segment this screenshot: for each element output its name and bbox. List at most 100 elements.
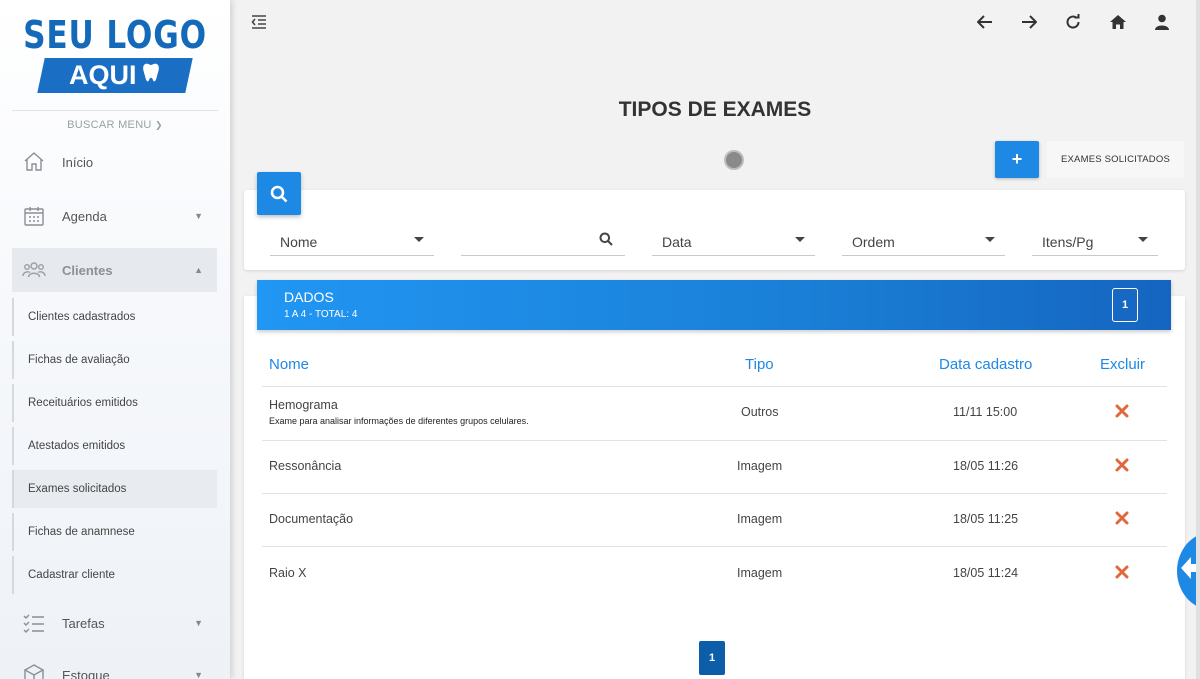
sidebar-item-estoque[interactable]: Estoque ▼ (12, 653, 217, 679)
sidebar-subitem-label: Receituários emitidos (28, 397, 138, 409)
caret-down-icon: ▼ (194, 670, 203, 679)
caret-down-icon (414, 237, 424, 242)
name-select-value: Nome (280, 233, 318, 250)
row-divider (262, 386, 1167, 387)
sidebar-item-label: Clientes (62, 262, 113, 278)
sidebar-subitem-label: Fichas de avaliação (28, 354, 130, 366)
users-icon (22, 262, 46, 278)
calendar-icon (24, 207, 44, 226)
row-nome[interactable]: Hemograma (269, 398, 338, 412)
row-nome[interactable]: Raio X (269, 566, 307, 580)
caret-down-icon (985, 237, 995, 242)
exames-solicitados-button[interactable]: EXAMES SOLICITADOS (1047, 141, 1184, 178)
caret-up-icon: ▲ (194, 265, 203, 275)
user-icon[interactable] (1152, 12, 1172, 32)
tooth-icon (141, 60, 161, 91)
add-button[interactable]: + (995, 141, 1039, 178)
delete-icon[interactable] (1115, 404, 1129, 418)
sidebar-subitem-fichas-avaliacao[interactable]: Fichas de avaliação (12, 341, 217, 379)
row-tipo: Imagem (737, 566, 783, 580)
sidebar-item-clientes[interactable]: Clientes ▲ (12, 248, 217, 292)
name-select[interactable]: Nome (270, 228, 434, 256)
sidebar-subitem-label: Fichas de anamnese (28, 526, 135, 538)
row-descricao: Exame para analisar informações de difer… (269, 416, 529, 426)
sidebar-item-inicio[interactable]: Início (12, 140, 217, 184)
delete-icon[interactable] (1115, 511, 1129, 525)
sidebar-subitem-label: Clientes cadastrados (28, 311, 136, 323)
current-page-badge[interactable]: 1 (1112, 288, 1138, 322)
sidebar-item-agenda[interactable]: Agenda ▼ (12, 194, 217, 238)
row-data: 18/05 11:26 (953, 459, 1019, 473)
logo-line2: AQUI (69, 60, 137, 90)
column-header-tipo[interactable]: Tipo (745, 356, 774, 373)
column-header-excluir: Excluir (1100, 356, 1146, 373)
sidebar-item-tarefas[interactable]: Tarefas ▼ (12, 601, 217, 645)
row-nome[interactable]: Documentação (269, 512, 353, 526)
row-tipo: Outros (741, 405, 779, 419)
row-divider (262, 546, 1167, 547)
page-title: TIPOS DE EXAMES (618, 98, 812, 121)
arrow-left-icon[interactable] (975, 12, 995, 32)
menu-collapse-icon[interactable] (249, 12, 269, 32)
search-icon (599, 232, 613, 246)
data-card (244, 296, 1185, 679)
scrollbar[interactable] (1196, 0, 1200, 679)
checklist-icon (23, 614, 44, 633)
date-select[interactable]: Data (652, 228, 815, 256)
filter-toggle-button[interactable] (257, 172, 301, 215)
row-tipo: Imagem (737, 512, 783, 526)
search-input[interactable] (461, 228, 625, 256)
logo-line1: SEU LOGO (23, 13, 207, 57)
data-header: DADOS 1 A 4 - TOTAL: 4 1 (257, 280, 1171, 330)
logo-line2-banner: AQUI (37, 58, 193, 93)
caret-down-icon (1138, 237, 1148, 242)
sidebar-item-label: Estoque (62, 667, 110, 679)
sidebar-subitem-clientes-cadastrados[interactable]: Clientes cadastrados (12, 298, 217, 336)
sidebar: SEU LOGO AQUI BUSCAR MENU ❯ Início Agend… (0, 0, 230, 679)
search-icon (270, 185, 288, 202)
row-divider (262, 493, 1167, 494)
sidebar-subitem-label: Atestados emitidos (28, 440, 126, 452)
sidebar-item-label: Agenda (62, 208, 107, 224)
sidebar-subitem-receituarios[interactable]: Receituários emitidos (12, 384, 217, 422)
home-icon[interactable] (1108, 12, 1128, 32)
row-nome[interactable]: Ressonância (269, 459, 341, 473)
sidebar-subitem-atestados[interactable]: Atestados emitidos (12, 427, 217, 465)
row-data: 11/11 15:00 (953, 405, 1018, 419)
row-data: 18/05 11:24 (953, 566, 1019, 580)
delete-icon[interactable] (1115, 565, 1129, 579)
loading-indicator (724, 150, 744, 170)
sidebar-subitem-exames-solicitados[interactable]: Exames solicitados (12, 470, 217, 508)
items-per-page-select[interactable]: Itens/Pg (1032, 228, 1158, 256)
column-header-nome[interactable]: Nome (269, 356, 309, 373)
row-divider (262, 440, 1167, 441)
logo-divider (12, 110, 218, 111)
arrow-right-icon[interactable] (1019, 12, 1039, 32)
home-icon (24, 152, 44, 171)
delete-icon[interactable] (1115, 458, 1129, 472)
date-select-value: Data (662, 233, 692, 250)
refresh-icon[interactable] (1063, 12, 1083, 32)
sidebar-subitem-cadastrar-cliente[interactable]: Cadastrar cliente (12, 556, 217, 594)
row-data: 18/05 11:25 (953, 512, 1019, 526)
search-menu-toggle[interactable]: BUSCAR MENU ❯ (0, 119, 230, 131)
logo[interactable]: SEU LOGO AQUI (0, 0, 230, 110)
search-menu-label: BUSCAR MENU (67, 119, 152, 131)
box-icon (23, 664, 45, 679)
sidebar-subitem-label: Exames solicitados (28, 483, 127, 495)
caret-down-icon: ▼ (194, 211, 203, 221)
items-per-page-value: Itens/Pg (1042, 233, 1094, 250)
data-title: DADOS (284, 289, 334, 305)
chevron-down-icon: ❯ (155, 120, 163, 130)
column-header-data-cadastro[interactable]: Data cadastro (939, 356, 1032, 373)
data-summary: 1 A 4 - TOTAL: 4 (284, 309, 358, 320)
sidebar-item-label: Tarefas (62, 615, 105, 631)
caret-down-icon: ▼ (194, 618, 203, 628)
sidebar-subitem-label: Cadastrar cliente (28, 569, 115, 581)
caret-down-icon (795, 237, 805, 242)
order-select[interactable]: Ordem (842, 228, 1005, 256)
sidebar-item-label: Início (62, 154, 94, 170)
pagination-page-button[interactable]: 1 (699, 641, 725, 675)
sidebar-subitem-fichas-anamnese[interactable]: Fichas de anamnese (12, 513, 217, 551)
order-select-value: Ordem (852, 233, 895, 250)
